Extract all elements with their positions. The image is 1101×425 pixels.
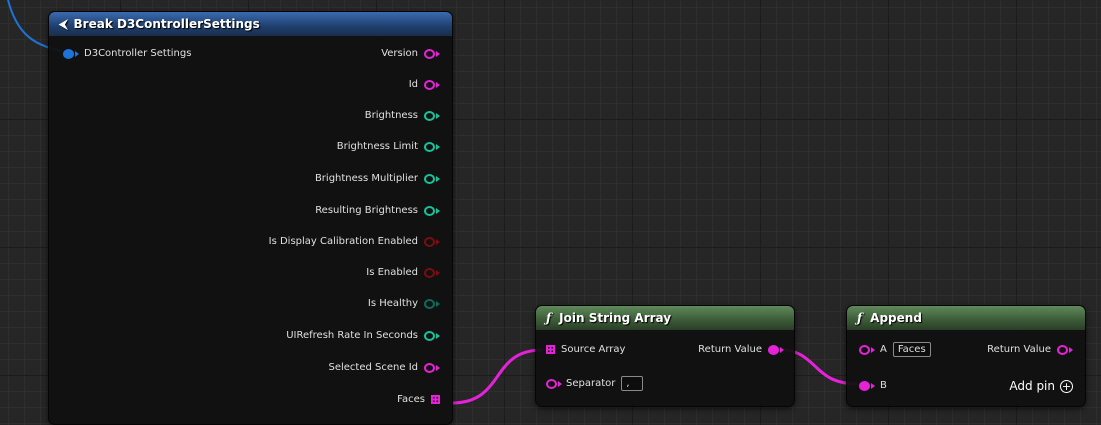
output-pin-row: Brightness <box>365 110 440 121</box>
pin-arrow-icon <box>436 332 440 339</box>
output-pin-label: Brightness Limit <box>336 141 418 152</box>
join-return-pin[interactable] <box>768 344 779 355</box>
output-pin[interactable] <box>424 79 435 90</box>
join-return-row: Return Value <box>698 344 784 355</box>
output-pin[interactable] <box>424 267 435 278</box>
break-struct-icon: ⮜ <box>59 16 68 31</box>
output-pin[interactable] <box>424 298 435 309</box>
pin-arrow-icon <box>436 143 440 150</box>
pin-arrow-icon <box>436 81 440 88</box>
output-pin-row: UIRefresh Rate In Seconds <box>286 330 440 341</box>
break-node-header[interactable]: ⮜ Break D3ControllerSettings <box>49 12 452 36</box>
output-pin-label: Is Display Calibration Enabled <box>268 236 418 247</box>
input-pin-row: D3Controller Settings <box>63 48 191 59</box>
output-pin[interactable] <box>424 236 435 247</box>
break-node-title: Break D3ControllerSettings <box>73 17 260 31</box>
output-pin-row: Selected Scene Id <box>328 362 440 373</box>
output-pin[interactable] <box>424 362 435 373</box>
pin-arrow-icon <box>558 380 562 387</box>
append-node-header[interactable]: ƒ Append <box>847 306 1085 330</box>
source-array-label: Source Array <box>561 344 626 355</box>
output-pin[interactable] <box>424 205 435 216</box>
output-pin-label: Is Enabled <box>366 267 418 278</box>
pin-arrow-icon <box>436 50 440 57</box>
append-return-pin[interactable] <box>1057 344 1068 355</box>
pin-arrow-icon <box>436 238 440 245</box>
pin-arrow-icon <box>436 175 440 182</box>
add-pin-button[interactable]: Add pin + <box>1009 379 1073 393</box>
output-pin[interactable] <box>424 330 435 341</box>
pin-arrow-icon <box>871 382 875 389</box>
pin-arrow-icon <box>1069 346 1073 353</box>
add-pin-label: Add pin <box>1009 379 1055 393</box>
append-a-label: A <box>880 344 887 355</box>
output-pin-row: Is Enabled <box>366 267 440 278</box>
pin-arrow-icon <box>780 346 784 353</box>
join-node-title: Join String Array <box>559 311 672 325</box>
output-pin-label: Version <box>381 48 418 59</box>
output-pin-row: Version <box>381 48 440 59</box>
separator-input[interactable]: , <box>621 376 644 391</box>
function-icon: ƒ <box>857 311 863 325</box>
append-node-title: Append <box>870 311 922 325</box>
function-icon: ƒ <box>546 311 552 325</box>
output-pin[interactable] <box>424 173 435 184</box>
output-pin[interactable] <box>424 48 435 59</box>
output-pin-row: Is Healthy <box>368 298 440 309</box>
output-pin-label: Brightness <box>364 110 418 121</box>
pin-arrow-icon <box>436 207 440 214</box>
pin-arrow-icon <box>436 269 440 276</box>
append-a-row: A Faces <box>859 342 931 357</box>
append-return-row: Return Value <box>987 344 1073 355</box>
append-b-label: B <box>880 380 887 391</box>
break-struct-node[interactable]: ⮜ Break D3ControllerSettings D3Controlle… <box>48 11 453 425</box>
output-pin-row: Is Display Calibration Enabled <box>269 236 440 247</box>
array-output-pin[interactable] <box>431 395 440 404</box>
append-a-pin[interactable] <box>859 344 870 355</box>
output-pin-label: Selected Scene Id <box>328 362 419 373</box>
struct-input-pin[interactable] <box>63 48 74 59</box>
pin-arrow-icon <box>436 300 440 307</box>
separator-pin[interactable] <box>546 378 557 389</box>
output-pin-label: Brightness Multiplier <box>314 173 418 184</box>
output-pin-label: Is Healthy <box>367 298 418 309</box>
join-node-header[interactable]: ƒ Join String Array <box>536 306 794 330</box>
faces-to-source-wire <box>451 348 543 405</box>
join-string-array-node[interactable]: ƒ Join String Array Source Array Separat… <box>535 305 795 407</box>
join-return-label: Return Value <box>698 344 762 355</box>
output-pin-row: Id <box>409 79 440 90</box>
struct-input-label: D3Controller Settings <box>84 48 192 59</box>
output-pin-label: Id <box>408 79 418 90</box>
output-pin[interactable] <box>424 141 435 152</box>
separator-row: Separator , <box>546 376 644 391</box>
append-b-row: B <box>859 380 887 391</box>
output-pin-row: Faces <box>397 394 440 405</box>
output-pin-label: Resulting Brightness <box>315 205 418 216</box>
pin-arrow-icon <box>436 112 440 119</box>
append-node[interactable]: ƒ Append A Faces B Return Value Add pin … <box>846 305 1086 407</box>
separator-label: Separator <box>566 378 616 389</box>
output-pin-row: Brightness Limit <box>337 141 440 152</box>
append-return-label: Return Value <box>987 344 1051 355</box>
pin-arrow-icon <box>75 50 79 57</box>
output-pin-row: Brightness Multiplier <box>315 173 440 184</box>
source-array-row: Source Array <box>546 344 625 355</box>
output-pin-label: UIRefresh Rate In Seconds <box>286 330 418 341</box>
array-pin-icon[interactable] <box>546 345 555 354</box>
output-pin[interactable] <box>424 110 435 121</box>
append-a-input[interactable]: Faces <box>892 342 931 357</box>
add-pin-plus-icon: + <box>1060 379 1073 393</box>
append-b-pin[interactable] <box>859 380 870 391</box>
pin-arrow-icon <box>436 364 440 371</box>
output-pin-label: Faces <box>397 394 425 405</box>
output-pin-row: Resulting Brightness <box>315 205 440 216</box>
pin-arrow-icon <box>871 346 875 353</box>
